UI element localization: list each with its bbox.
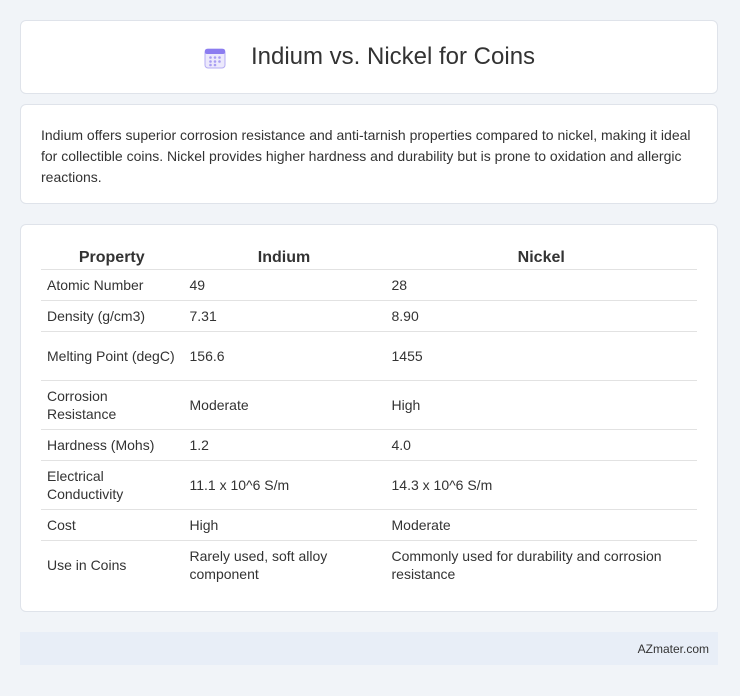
row-indium-value: High: [182, 509, 385, 541]
row-property: Melting Point (degC): [41, 331, 183, 381]
row-nickel-value: 14.3 x 10^6 S/m: [384, 460, 697, 510]
row-property: Corrosion Resistance: [41, 380, 183, 430]
row-nickel-value: Commonly used for durability and corrosi…: [384, 540, 697, 589]
row-indium-value: 7.31: [182, 300, 385, 332]
table-header-row: Property Indium Nickel: [41, 247, 697, 270]
header-indium: Indium: [182, 247, 385, 270]
table-row: Hardness (Mohs) 1.2 4.0: [41, 429, 697, 461]
row-nickel-value: 8.90: [384, 300, 697, 332]
row-indium-value: Rarely used, soft alloy component: [182, 540, 385, 589]
header-nickel: Nickel: [384, 247, 697, 270]
row-property: Cost: [41, 509, 183, 541]
row-nickel-value: High: [384, 380, 697, 430]
table-row: Density (g/cm3) 7.31 8.90: [41, 300, 697, 332]
row-indium-value: 11.1 x 10^6 S/m: [182, 460, 385, 510]
summary-card: Indium offers superior corrosion resista…: [20, 104, 718, 204]
row-property: Density (g/cm3): [41, 300, 183, 332]
footer-site-link[interactable]: AZmater.com: [638, 642, 709, 656]
row-indium-value: 156.6: [182, 331, 385, 381]
table-row: Electrical Conductivity 11.1 x 10^6 S/m …: [41, 460, 697, 510]
header-property: Property: [41, 247, 183, 270]
table-row: Use in Coins Rarely used, soft alloy com…: [41, 540, 697, 589]
table-row: Corrosion Resistance Moderate High: [41, 380, 697, 430]
row-property: Electrical Conductivity: [41, 460, 183, 510]
row-property: Use in Coins: [47, 557, 127, 573]
row-nickel-value: 1455: [384, 331, 697, 381]
row-nickel-value: 4.0: [384, 429, 697, 461]
row-nickel-value: Moderate: [384, 509, 697, 541]
row-property: Hardness (Mohs): [41, 429, 183, 461]
page-title: Indium vs. Nickel for Coins: [250, 43, 536, 70]
table-row: Cost High Moderate: [41, 509, 697, 541]
table-row: Melting Point (degC) 156.6 1455: [41, 331, 697, 381]
footer: AZmater.com: [20, 632, 718, 665]
row-indium-value: Moderate: [182, 380, 385, 430]
row-nickel-value: 28: [384, 269, 697, 301]
comparison-card: Property Indium Nickel Atomic Number 49 …: [20, 224, 718, 612]
calendar-icon: [204, 48, 226, 69]
comparison-table: Property Indium Nickel Atomic Number 49 …: [41, 247, 697, 589]
title-card: Indium vs. Nickel for Coins: [20, 20, 718, 94]
row-property: Atomic Number: [41, 269, 183, 301]
row-indium-value: 49: [182, 269, 385, 301]
row-indium-value: 1.2: [182, 429, 385, 461]
table-row: Atomic Number 49 28: [41, 269, 697, 301]
summary-text: Indium offers superior corrosion resista…: [41, 127, 691, 185]
